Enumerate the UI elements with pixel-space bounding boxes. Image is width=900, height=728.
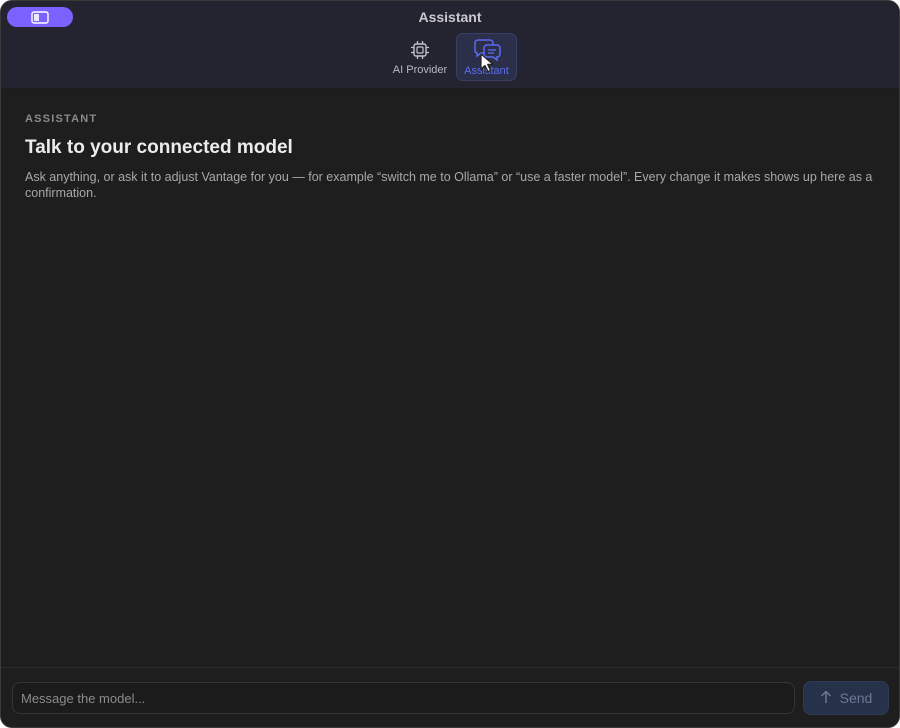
tab-ai-provider-label: AI Provider (392, 64, 448, 76)
mouse-cursor-icon (479, 53, 495, 78)
arrow-up-icon (820, 689, 832, 707)
page-title: Talk to your connected model (25, 137, 293, 158)
tab-ai-provider[interactable]: AI Provider (387, 33, 453, 81)
send-button[interactable]: Send (803, 681, 889, 715)
composer: Send (1, 667, 899, 727)
message-input[interactable] (12, 682, 795, 714)
page-description: Ask anything, or ask it to adjust Vantag… (25, 170, 873, 200)
section-label: ASSISTANT (25, 113, 98, 125)
chip-icon (409, 38, 431, 62)
send-label: Send (839, 690, 873, 706)
main-content: ASSISTANT Talk to your connected model A… (25, 113, 875, 201)
window-title: Assistant (418, 9, 482, 25)
app-window: Assistant AI Provider Assistant ASSISTAN… (0, 0, 900, 728)
toolbar: Assistant AI Provider Assistant (1, 1, 899, 89)
